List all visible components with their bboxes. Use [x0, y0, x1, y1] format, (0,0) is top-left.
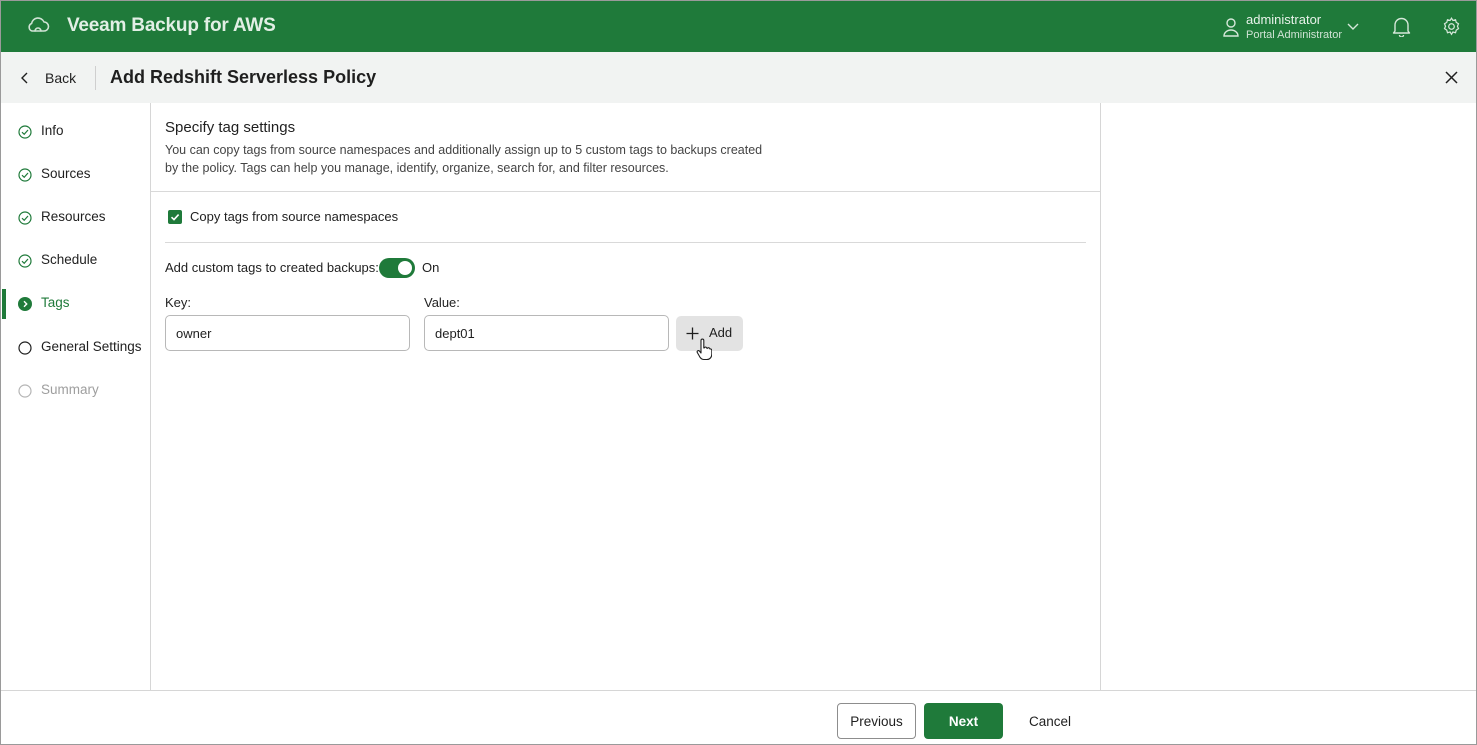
app-window: Veeam Backup for AWS administrator Porta… [0, 0, 1477, 745]
empty-circle-icon [18, 384, 32, 398]
step-tags[interactable]: Tags [1, 289, 150, 319]
previous-button[interactable]: Previous [837, 703, 916, 739]
check-circle-icon [18, 125, 32, 139]
check-circle-icon [18, 211, 32, 225]
step-info[interactable]: Info [1, 117, 150, 147]
step-resources[interactable]: Resources [1, 203, 150, 233]
check-circle-icon [18, 254, 32, 268]
bell-icon[interactable] [1392, 16, 1411, 37]
copy-tags-label[interactable]: Copy tags from source namespaces [190, 209, 398, 224]
step-label: Sources [41, 166, 91, 181]
key-input[interactable] [165, 315, 410, 351]
user-role: Portal Administrator [1246, 29, 1342, 41]
step-label: Summary [41, 382, 99, 397]
custom-tags-toggle[interactable] [379, 258, 415, 278]
header-divider [95, 66, 96, 90]
section-title: Specify tag settings [165, 119, 296, 136]
wizard-footer: Previous Next Cancel [1, 690, 1476, 744]
empty-circle-icon [18, 341, 32, 355]
cloud-logo-icon [28, 17, 50, 32]
value-input[interactable] [424, 315, 669, 351]
main-content: Specify tag settings You can copy tags f… [151, 103, 1101, 690]
step-label: Schedule [41, 252, 98, 267]
toggle-knob [398, 261, 412, 275]
section-divider [151, 191, 1100, 192]
key-label: Key: [165, 295, 192, 310]
check-circle-icon [18, 168, 32, 182]
custom-tags-label: Add custom tags to created backups: [165, 260, 379, 275]
step-schedule[interactable]: Schedule [1, 246, 150, 276]
step-label: Resources [41, 209, 106, 224]
chevron-down-icon[interactable] [1346, 20, 1360, 32]
active-step-indicator [2, 289, 6, 319]
chevron-left-icon [21, 72, 28, 84]
hand-cursor-icon [696, 338, 712, 361]
add-label: Add [709, 325, 733, 340]
step-general-settings[interactable]: General Settings [1, 333, 150, 363]
page-header: Back Add Redshift Serverless Policy [1, 52, 1476, 103]
toggle-state-label: On [422, 260, 440, 275]
cancel-button[interactable]: Cancel [1015, 703, 1085, 739]
top-bar: Veeam Backup for AWS administrator Porta… [1, 1, 1476, 52]
back-label: Back [45, 70, 77, 86]
step-label: Tags [41, 295, 70, 310]
close-icon[interactable] [1444, 70, 1459, 85]
app-title: Veeam Backup for AWS [67, 15, 276, 36]
step-label: Info [41, 123, 64, 138]
section-description: You can copy tags from source namespaces… [165, 143, 763, 175]
step-summary: Summary [1, 376, 150, 406]
user-icon[interactable] [1222, 17, 1240, 37]
wizard-steps: Info Sources Resources Schedule Tags Gen… [1, 103, 151, 690]
next-button[interactable]: Next [924, 703, 1003, 739]
arrow-circle-icon [18, 297, 32, 311]
user-name[interactable]: administrator [1246, 12, 1321, 27]
value-label: Value: [424, 295, 460, 310]
info-panel [1101, 103, 1476, 690]
page-title: Add Redshift Serverless Policy [110, 67, 377, 87]
options-divider [165, 242, 1086, 243]
copy-tags-checkbox[interactable] [168, 210, 182, 224]
gear-icon[interactable] [1441, 16, 1462, 37]
back-button[interactable]: Back [19, 66, 76, 90]
checkmark-icon [170, 214, 180, 221]
step-sources[interactable]: Sources [1, 160, 150, 190]
step-label: General Settings [41, 339, 142, 354]
